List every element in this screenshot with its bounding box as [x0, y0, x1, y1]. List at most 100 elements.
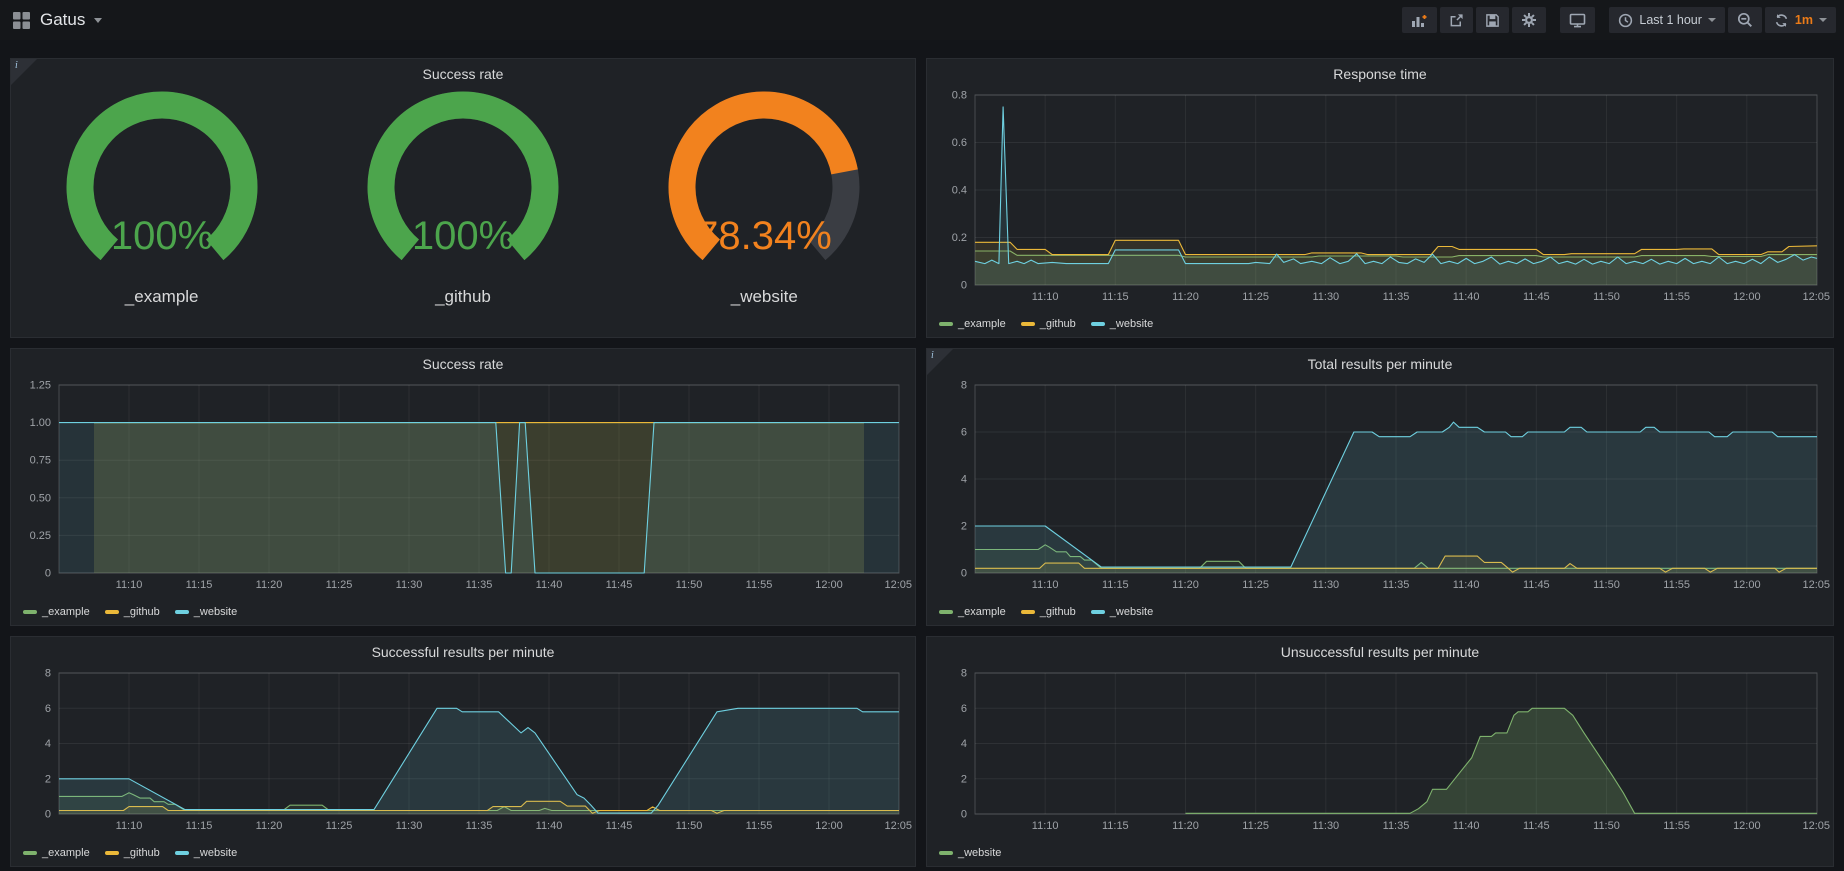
- legend-item-_example[interactable]: _example: [939, 606, 1006, 618]
- successful-results-chart[interactable]: 0246811:1011:1511:2011:2511:3011:3511:40…: [13, 667, 913, 834]
- legend-marker: [1091, 322, 1105, 326]
- legend-item-_website[interactable]: _website: [175, 847, 237, 859]
- legend-marker: [1021, 322, 1035, 326]
- svg-text:11:20: 11:20: [256, 820, 283, 832]
- svg-text:11:20: 11:20: [1172, 291, 1199, 303]
- legend-item-_website[interactable]: _website: [1091, 318, 1153, 330]
- dashboard-title[interactable]: Gatus: [40, 10, 85, 30]
- panel-response-time: Response time 00.20.40.60.811:1011:1511:…: [926, 58, 1834, 338]
- legend-label: _website: [958, 847, 1001, 859]
- tv-mode-button[interactable]: [1560, 7, 1595, 33]
- svg-text:4: 4: [961, 738, 967, 750]
- panel-title[interactable]: Success rate: [11, 59, 915, 87]
- time-range-picker[interactable]: Last 1 hour: [1609, 7, 1725, 33]
- svg-text:11:15: 11:15: [1102, 820, 1129, 832]
- svg-text:0.8: 0.8: [952, 90, 967, 102]
- svg-text:0: 0: [45, 568, 51, 580]
- settings-button[interactable]: [1512, 7, 1546, 33]
- gauge-_example: 100%_example: [12, 91, 312, 307]
- svg-text:11:30: 11:30: [1312, 579, 1339, 591]
- legend-item-_example[interactable]: _example: [23, 606, 90, 618]
- legend-label: _website: [1110, 606, 1153, 618]
- legend-item-_github[interactable]: _github: [105, 606, 160, 618]
- legend-marker: [939, 322, 953, 326]
- legend-item-_github[interactable]: _github: [105, 847, 160, 859]
- gauge-label: _website: [614, 287, 914, 307]
- svg-text:11:40: 11:40: [536, 579, 563, 591]
- panel-info-corner[interactable]: i: [927, 349, 953, 375]
- svg-text:12:00: 12:00: [1733, 291, 1761, 303]
- panel-success-rate-gauges: i Success rate 100%_example100%_github78…: [10, 58, 916, 338]
- refresh-button[interactable]: 1m: [1765, 7, 1836, 33]
- svg-text:11:35: 11:35: [466, 820, 493, 832]
- svg-text:12:05: 12:05: [1802, 291, 1830, 303]
- navbar: Gatus: [0, 0, 1844, 40]
- panel-info-corner[interactable]: i: [11, 59, 37, 85]
- legend-item-_website[interactable]: _website: [939, 847, 1001, 859]
- legend-item-_example[interactable]: _example: [939, 318, 1006, 330]
- legend: _example _github _website: [23, 847, 237, 859]
- svg-text:11:45: 11:45: [606, 820, 633, 832]
- panel-title[interactable]: Total results per minute: [927, 349, 1833, 377]
- svg-text:11:10: 11:10: [116, 579, 143, 591]
- refresh-caret-icon: [1819, 18, 1827, 22]
- svg-text:0.4: 0.4: [952, 185, 967, 197]
- gauge-arc: 78.34%: [651, 91, 877, 281]
- panel-title[interactable]: Unsuccessful results per minute: [927, 637, 1833, 665]
- panel-title[interactable]: Successful results per minute: [11, 637, 915, 665]
- svg-text:12:05: 12:05: [1802, 579, 1830, 591]
- info-icon: i: [15, 60, 18, 71]
- svg-text:0.6: 0.6: [952, 137, 967, 149]
- svg-text:11:10: 11:10: [1032, 820, 1059, 832]
- svg-text:11:40: 11:40: [1453, 579, 1480, 591]
- panel-total-results: i Total results per minute 0246811:1011:…: [926, 348, 1834, 626]
- legend-item-_website[interactable]: _website: [175, 606, 237, 618]
- save-button[interactable]: [1476, 7, 1509, 33]
- unsuccessful-results-chart[interactable]: 0246811:1011:1511:2011:2511:3011:3511:40…: [929, 667, 1831, 834]
- success-rate-chart[interactable]: 00.250.500.751.001.2511:1011:1511:2011:2…: [13, 379, 913, 593]
- svg-text:11:25: 11:25: [1242, 820, 1269, 832]
- add-panel-button[interactable]: [1402, 7, 1437, 33]
- share-button[interactable]: [1440, 7, 1473, 33]
- legend-label: _github: [1040, 606, 1076, 618]
- legend: _example _github _website: [939, 318, 1153, 330]
- svg-text:0.2: 0.2: [952, 232, 967, 244]
- svg-text:11:55: 11:55: [746, 579, 773, 591]
- svg-text:0.50: 0.50: [30, 492, 51, 504]
- legend-label: _website: [194, 606, 237, 618]
- svg-text:4: 4: [961, 474, 967, 486]
- legend-label: _website: [194, 847, 237, 859]
- svg-text:1.25: 1.25: [30, 380, 51, 392]
- gauge-label: _github: [313, 287, 613, 307]
- chart-svg: 0246811:1011:1511:2011:2511:3011:3511:40…: [13, 667, 913, 834]
- svg-text:11:15: 11:15: [1102, 291, 1129, 303]
- svg-text:11:45: 11:45: [1523, 579, 1550, 591]
- refresh-interval-label: 1m: [1795, 13, 1813, 27]
- chart-svg: 0246811:1011:1511:2011:2511:3011:3511:40…: [929, 379, 1831, 593]
- svg-text:0: 0: [961, 809, 967, 821]
- legend-item-_github[interactable]: _github: [1021, 606, 1076, 618]
- svg-text:11:25: 11:25: [1242, 291, 1269, 303]
- svg-text:11:40: 11:40: [1453, 291, 1480, 303]
- legend-item-_website[interactable]: _website: [1091, 606, 1153, 618]
- svg-text:11:55: 11:55: [1663, 291, 1690, 303]
- time-range-caret-icon: [1708, 18, 1716, 22]
- svg-text:12:00: 12:00: [1733, 820, 1761, 832]
- legend-item-_example[interactable]: _example: [23, 847, 90, 859]
- panel-title[interactable]: Success rate: [11, 349, 915, 377]
- gear-icon: [1521, 12, 1537, 28]
- response-time-chart[interactable]: 00.20.40.60.811:1011:1511:2011:2511:3011…: [929, 89, 1831, 305]
- svg-text:0: 0: [45, 809, 51, 821]
- total-results-chart[interactable]: 0246811:1011:1511:2011:2511:3011:3511:40…: [929, 379, 1831, 593]
- svg-text:12:00: 12:00: [815, 579, 843, 591]
- svg-text:12:05: 12:05: [1802, 820, 1830, 832]
- dashboard-dropdown-caret-icon[interactable]: [94, 18, 102, 23]
- legend-item-_github[interactable]: _github: [1021, 318, 1076, 330]
- svg-text:11:50: 11:50: [676, 820, 703, 832]
- panel-title[interactable]: Response time: [927, 59, 1833, 87]
- dashboard-grid-icon[interactable]: [12, 11, 31, 30]
- zoom-out-button[interactable]: [1728, 7, 1762, 33]
- svg-text:6: 6: [961, 427, 967, 439]
- zoom-out-icon: [1737, 12, 1753, 28]
- svg-text:8: 8: [961, 668, 967, 680]
